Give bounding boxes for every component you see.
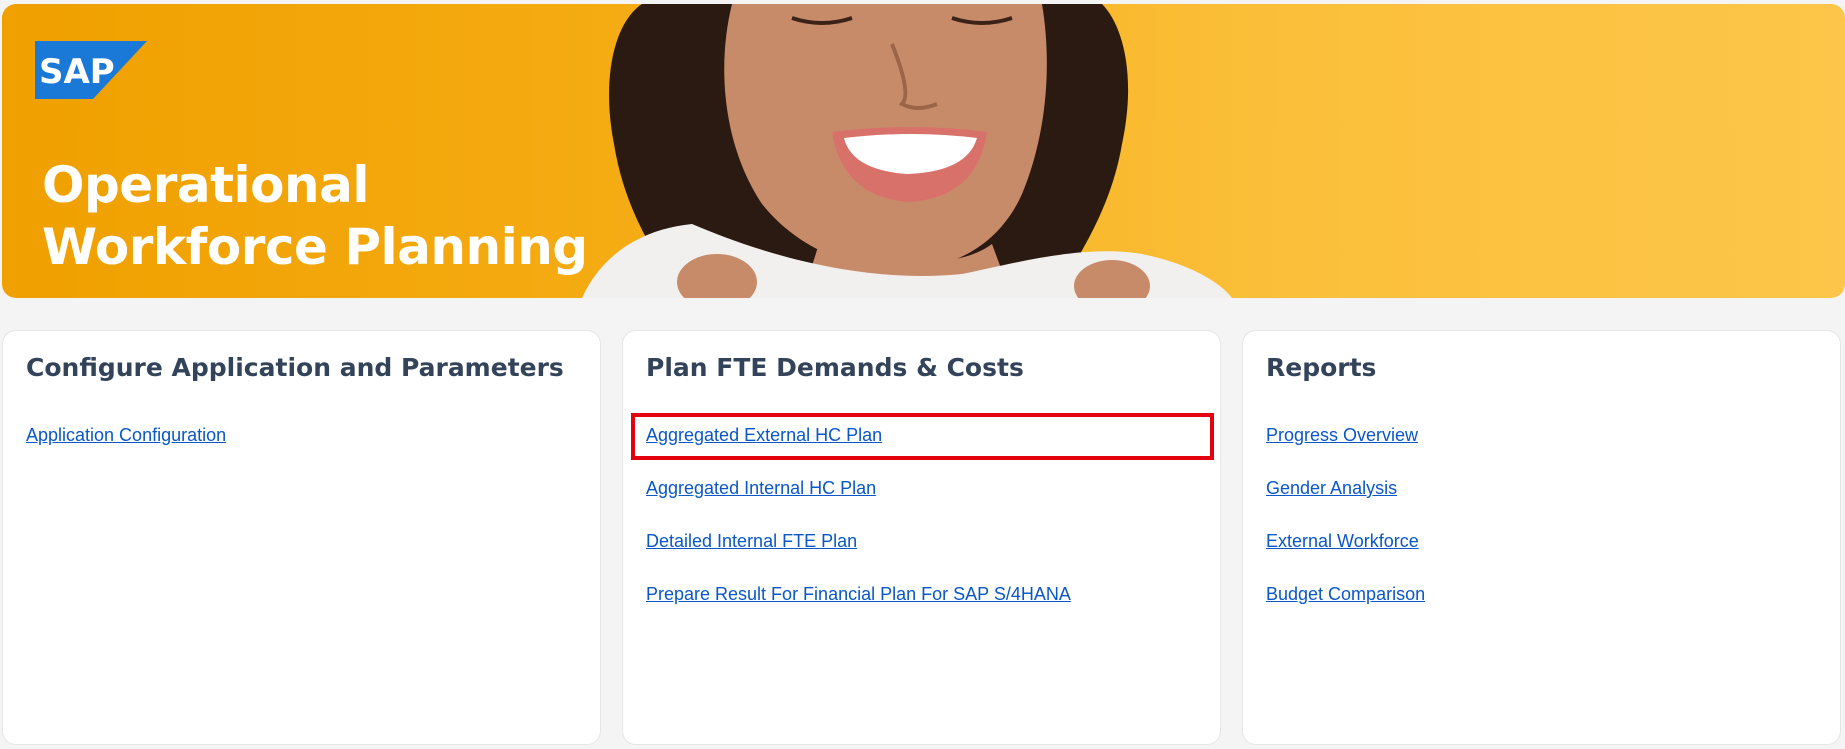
list-item: Prepare Result For Financial Plan For SA… — [646, 583, 1071, 636]
card-reports: Reports Progress Overview Gender Analysi… — [1242, 330, 1841, 745]
list-item: Aggregated External HC Plan — [646, 424, 1071, 477]
svg-text:SAP: SAP — [39, 52, 115, 92]
link-budget-comparison[interactable]: Budget Comparison — [1266, 584, 1425, 604]
link-gender-analysis[interactable]: Gender Analysis — [1266, 478, 1397, 498]
page-title: Operational Workforce Planning — [42, 154, 588, 278]
link-aggregated-internal-hc-plan[interactable]: Aggregated Internal HC Plan — [646, 478, 876, 498]
page-title-line-2: Workforce Planning — [42, 218, 588, 276]
link-application-configuration[interactable]: Application Configuration — [26, 425, 226, 445]
card-plan-fte-demands: Plan FTE Demands & Costs Aggregated Exte… — [622, 330, 1221, 745]
list-item: Application Configuration — [26, 424, 226, 477]
list-item: Aggregated Internal HC Plan — [646, 477, 1071, 530]
link-aggregated-external-hc-plan[interactable]: Aggregated External HC Plan — [646, 425, 882, 445]
link-list: Aggregated External HC Plan Aggregated I… — [646, 424, 1071, 636]
page-title-line-1: Operational — [42, 156, 369, 214]
list-item: External Workforce — [1266, 530, 1425, 583]
link-list: Application Configuration — [26, 424, 226, 477]
card-configure-application: Configure Application and Parameters App… — [2, 330, 601, 745]
sap-logo: SAP — [35, 41, 147, 99]
hero-banner: SAP Operational Workforce Planning — [2, 4, 1845, 298]
list-item: Budget Comparison — [1266, 583, 1425, 636]
link-progress-overview[interactable]: Progress Overview — [1266, 425, 1418, 445]
list-item: Progress Overview — [1266, 424, 1425, 477]
link-list: Progress Overview Gender Analysis Extern… — [1266, 424, 1425, 636]
list-item: Detailed Internal FTE Plan — [646, 530, 1071, 583]
link-prepare-result-financial-plan[interactable]: Prepare Result For Financial Plan For SA… — [646, 584, 1071, 604]
link-detailed-internal-fte-plan[interactable]: Detailed Internal FTE Plan — [646, 531, 857, 551]
list-item: Gender Analysis — [1266, 477, 1425, 530]
card-title: Plan FTE Demands & Costs — [646, 353, 1024, 382]
card-title: Configure Application and Parameters — [26, 353, 564, 382]
card-title: Reports — [1266, 353, 1377, 382]
link-external-workforce[interactable]: External Workforce — [1266, 531, 1419, 551]
